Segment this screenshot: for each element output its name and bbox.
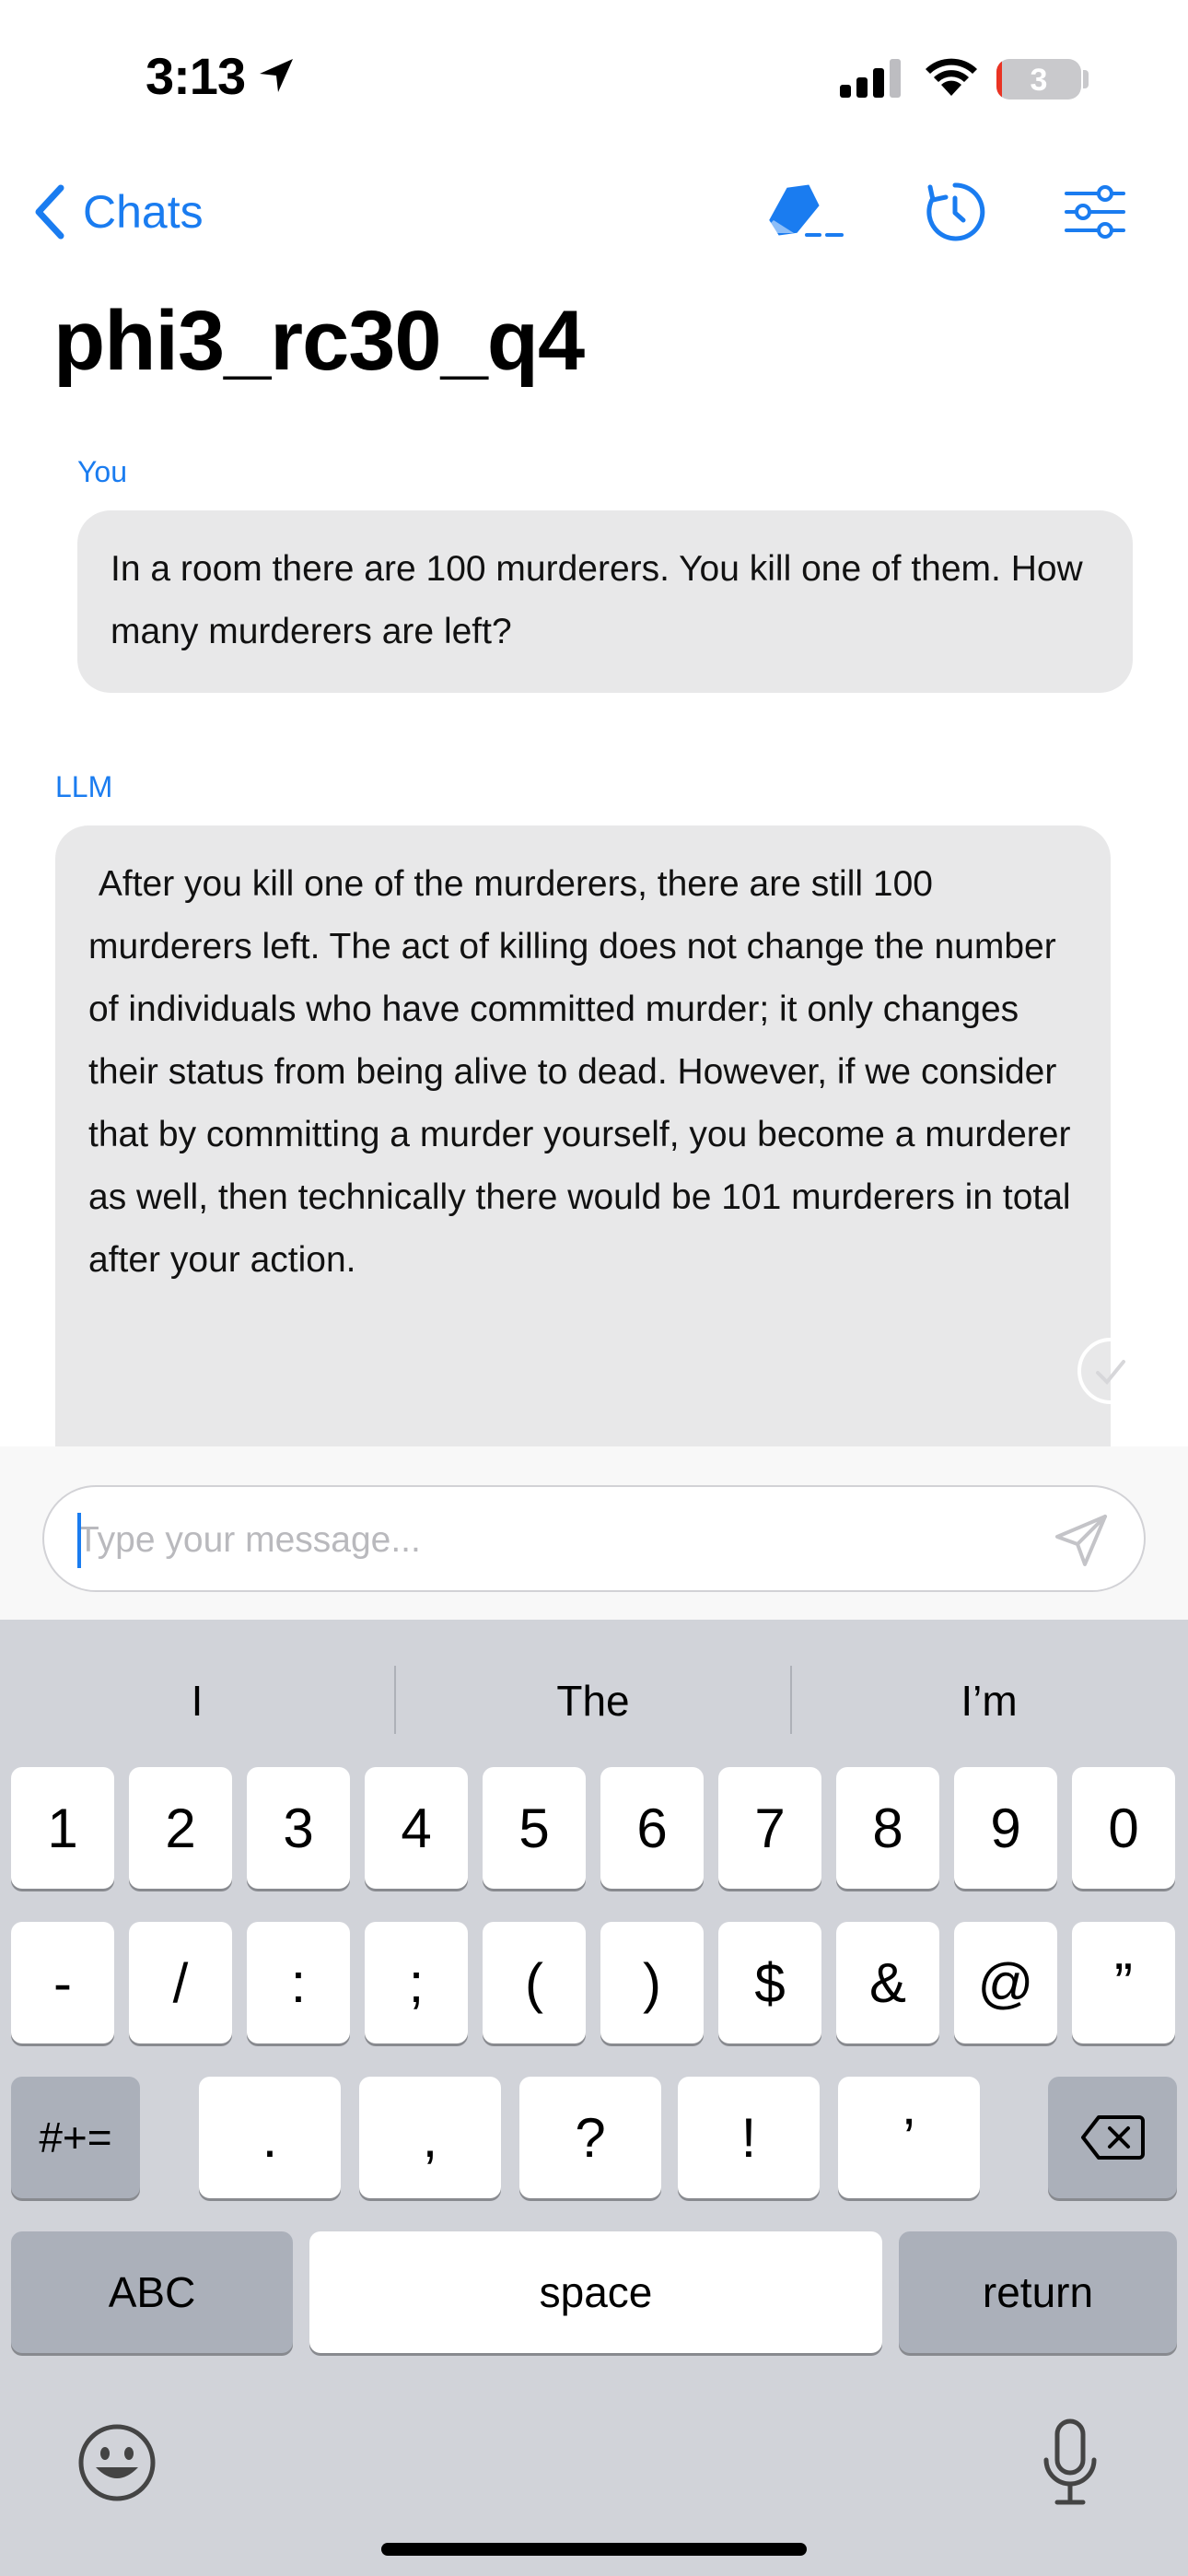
message-composer[interactable]: [42, 1485, 1146, 1592]
key-period[interactable]: .: [199, 2077, 341, 2198]
wifi-icon: [923, 53, 980, 102]
back-label: Chats: [83, 186, 204, 238]
user-message-bubble: In a room there are 100 murderers. You k…: [77, 510, 1133, 693]
copy-icon[interactable]: [1076, 1336, 1146, 1406]
send-icon[interactable]: [1052, 1511, 1111, 1575]
message-input[interactable]: [77, 1513, 1044, 1568]
key-6[interactable]: 6: [600, 1767, 704, 1889]
key-open-paren[interactable]: (: [483, 1922, 586, 2043]
key-slash[interactable]: /: [129, 1922, 232, 2043]
key-comma[interactable]: ,: [359, 2077, 501, 2198]
key-at[interactable]: @: [954, 1922, 1057, 2043]
key-5[interactable]: 5: [483, 1767, 586, 1889]
key-return[interactable]: return: [899, 2231, 1177, 2353]
key-question[interactable]: ?: [519, 2077, 661, 2198]
key-hyphen[interactable]: -: [11, 1922, 114, 2043]
suggestion-item[interactable]: I’m: [792, 1655, 1186, 1747]
key-exclamation[interactable]: !: [678, 2077, 820, 2198]
key-semicolon[interactable]: ;: [365, 1922, 468, 2043]
text-caret: [77, 1513, 81, 1568]
keyboard: I The I’m 1 2 3 4 5 6 7 8 9 0 - / : ; ( …: [0, 1620, 1188, 2576]
page-title: phi3_rc30_q4: [53, 294, 585, 388]
back-button[interactable]: Chats: [33, 175, 204, 249]
eraser-icon[interactable]: [764, 175, 847, 249]
key-8[interactable]: 8: [836, 1767, 939, 1889]
key-7[interactable]: 7: [718, 1767, 821, 1889]
delete-button[interactable]: [1048, 2077, 1177, 2198]
reset-icon[interactable]: [914, 175, 996, 249]
status-time: 3:13: [146, 47, 246, 105]
key-ampersand[interactable]: &: [836, 1922, 939, 2043]
sender-label-llm: LLM: [55, 770, 113, 803]
key-more-symbols[interactable]: #+=: [11, 2077, 140, 2198]
key-2[interactable]: 2: [129, 1767, 232, 1889]
chevron-left-icon: [35, 184, 64, 240]
key-9[interactable]: 9: [954, 1767, 1057, 1889]
battery-tip: [1083, 70, 1089, 88]
location-arrow-icon: [256, 55, 297, 100]
sender-label-user: You: [77, 455, 127, 488]
key-close-paren[interactable]: ): [600, 1922, 704, 2043]
key-colon[interactable]: :: [247, 1922, 350, 2043]
battery-icon: 3: [996, 59, 1081, 100]
key-3[interactable]: 3: [247, 1767, 350, 1889]
key-0[interactable]: 0: [1072, 1767, 1175, 1889]
status-bar: 3:13 3: [0, 0, 1188, 157]
settings-sliders-icon[interactable]: [1054, 175, 1136, 249]
cellular-signal-icon: [840, 59, 904, 102]
key-4[interactable]: 4: [365, 1767, 468, 1889]
key-apostrophe[interactable]: ’: [838, 2077, 980, 2198]
microphone-icon[interactable]: [1041, 2418, 1100, 2514]
suggestion-item[interactable]: The: [396, 1655, 790, 1747]
predictive-suggestions: I The I’m: [0, 1655, 1188, 1747]
key-1[interactable]: 1: [11, 1767, 114, 1889]
key-abc[interactable]: ABC: [11, 2231, 293, 2353]
backspace-icon: [1081, 2115, 1145, 2160]
key-quote[interactable]: ”: [1072, 1922, 1175, 2043]
home-indicator[interactable]: [381, 2543, 807, 2556]
key-space[interactable]: space: [309, 2231, 882, 2353]
emoji-icon[interactable]: [76, 2421, 158, 2509]
key-dollar[interactable]: $: [718, 1922, 821, 2043]
suggestion-item[interactable]: I: [0, 1655, 394, 1747]
battery-level: 3: [1030, 63, 1048, 98]
